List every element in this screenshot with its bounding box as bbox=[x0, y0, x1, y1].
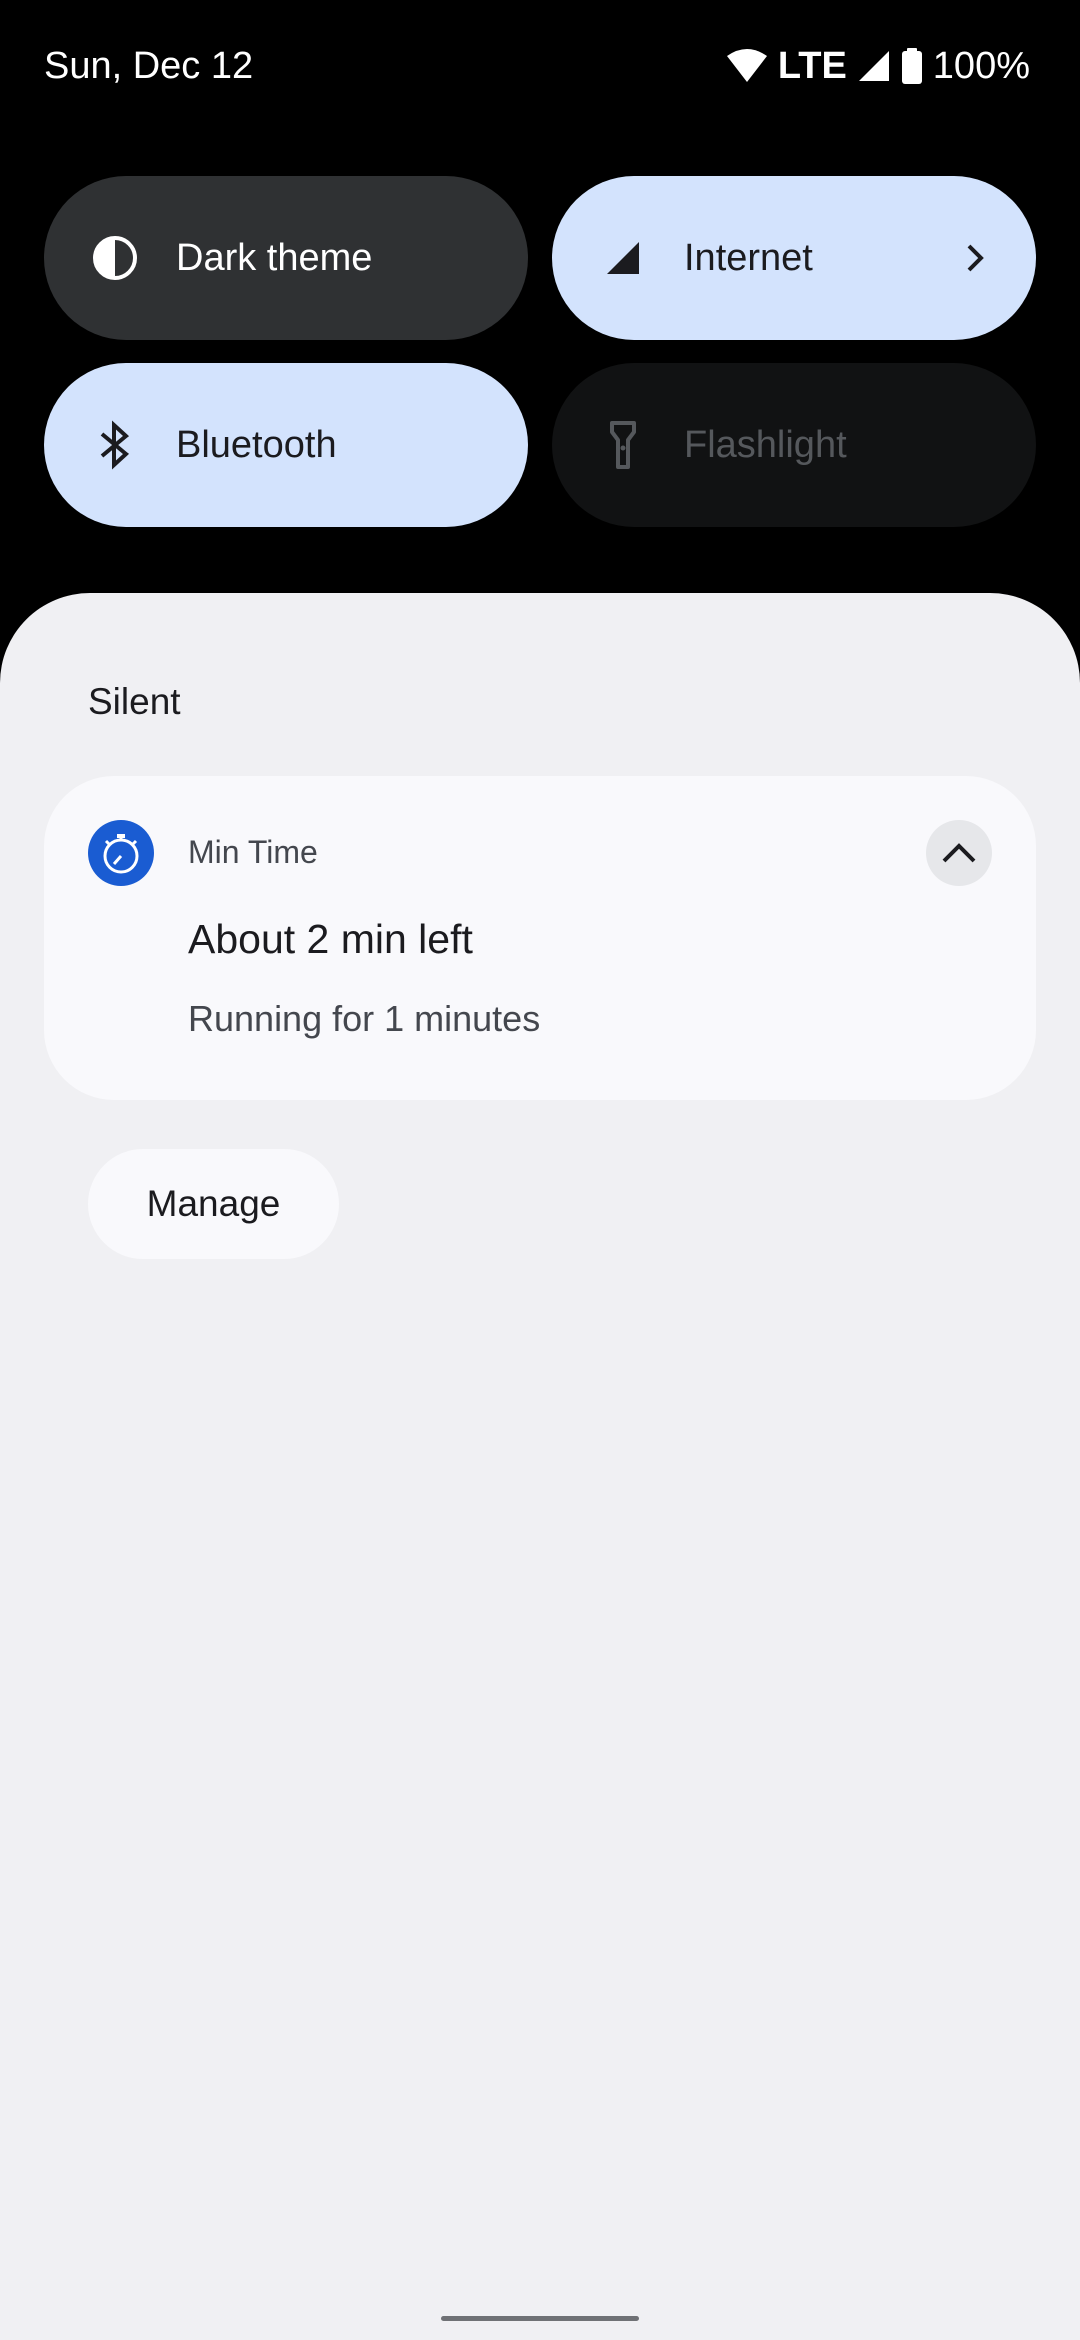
tile-internet[interactable]: Internet bbox=[552, 176, 1036, 340]
tile-label: Internet bbox=[684, 236, 813, 279]
stopwatch-icon bbox=[88, 820, 154, 886]
tile-flashlight[interactable]: Flashlight bbox=[552, 363, 1036, 527]
tile-label: Bluetooth bbox=[176, 423, 337, 466]
collapse-button[interactable] bbox=[926, 820, 992, 886]
notification-card[interactable]: Min Time About 2 min left Running for 1 … bbox=[44, 776, 1036, 1100]
tile-label: Flashlight bbox=[684, 423, 847, 466]
notification-text: Running for 1 minutes bbox=[188, 998, 541, 1039]
battery-icon bbox=[901, 48, 923, 84]
status-date: Sun, Dec 12 bbox=[44, 45, 254, 87]
network-type: LTE bbox=[777, 44, 847, 87]
section-title-silent: Silent bbox=[88, 681, 181, 722]
status-bar: Sun, Dec 12 LTE 100% bbox=[0, 0, 1080, 130]
status-icons: LTE 100% bbox=[726, 44, 1030, 88]
quick-settings: Dark theme Internet Bluetooth Flashlight bbox=[44, 176, 1036, 527]
bluetooth-icon bbox=[90, 420, 140, 470]
chevron-up-icon bbox=[942, 843, 976, 863]
wifi-icon bbox=[726, 48, 768, 84]
flashlight-icon bbox=[598, 420, 648, 470]
tile-dark-theme[interactable]: Dark theme bbox=[44, 176, 528, 340]
chevron-right-icon bbox=[960, 243, 990, 273]
notification-shade: Silent Min Time About 2 min left Running… bbox=[0, 593, 1080, 2340]
navigation-handle[interactable] bbox=[441, 2316, 639, 2321]
notification-app-name: Min Time bbox=[188, 834, 318, 870]
tile-bluetooth[interactable]: Bluetooth bbox=[44, 363, 528, 527]
manage-button[interactable]: Manage bbox=[88, 1149, 339, 1259]
tile-label: Dark theme bbox=[176, 236, 373, 279]
cell-signal-icon bbox=[857, 49, 891, 83]
notification-title: About 2 min left bbox=[188, 916, 473, 962]
battery-level: 100% bbox=[932, 44, 1030, 87]
cell-signal-icon bbox=[598, 233, 648, 283]
dark-theme-icon bbox=[90, 233, 140, 283]
